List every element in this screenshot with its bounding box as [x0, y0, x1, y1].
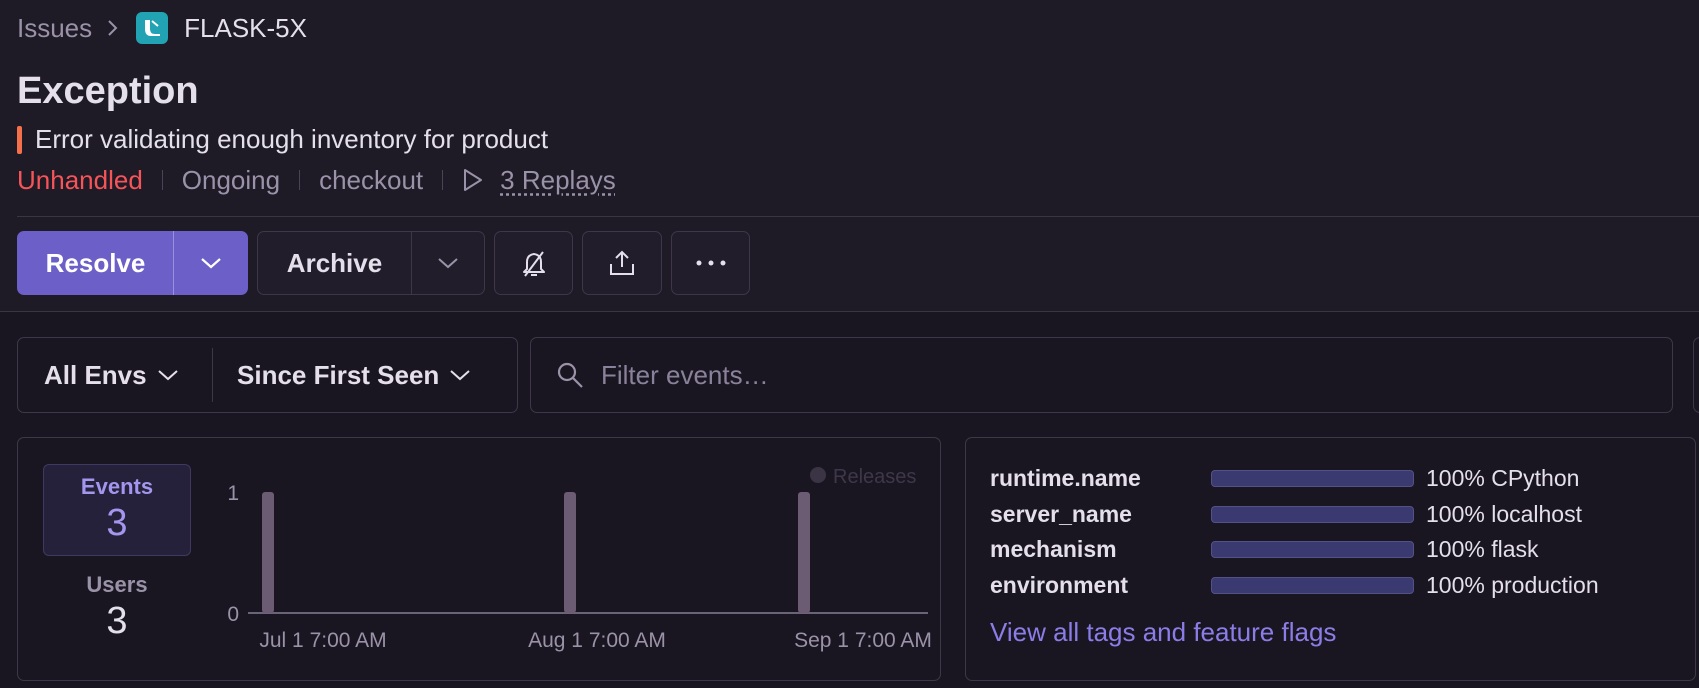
- event-search-box: [530, 337, 1673, 413]
- x-tick-label: Jul 1 7:00 AM: [259, 629, 386, 652]
- chart-bar: [262, 492, 274, 613]
- y-tick-label: 1: [227, 482, 239, 505]
- chevron-down-icon: [449, 368, 471, 382]
- archive-button-group: Archive: [257, 231, 485, 295]
- issue-message: Error validating enough inventory for pr…: [35, 124, 549, 154]
- unhandled-badge: Unhandled: [17, 164, 143, 195]
- tag-key: environment: [990, 571, 1129, 598]
- header-divider: [17, 216, 1699, 217]
- tag-row[interactable]: server_name 100% localhost: [990, 496, 1582, 532]
- events-chart: 1 0 Jul 1 7:00 AM Aug 1 7:00 AM Sep 1 7:00 A…: [227, 466, 932, 652]
- issue-title: Exception: [17, 70, 199, 112]
- issue-meta: Unhandled Ongoing checkout 3 Replays: [17, 162, 616, 198]
- tag-key: runtime.name: [990, 464, 1141, 491]
- issue-header: Issues FLASK-5X Exception Error validati…: [0, 0, 1699, 312]
- mute-button[interactable]: [494, 231, 573, 295]
- chevron-down-icon: [438, 258, 458, 269]
- chart-bar: [798, 492, 810, 613]
- bell-off-icon: [522, 251, 545, 277]
- share-button[interactable]: [582, 231, 662, 295]
- tag-key: server_name: [990, 500, 1132, 527]
- search-icon: [557, 362, 583, 388]
- level-indicator: [17, 125, 22, 154]
- more-actions-button[interactable]: [671, 231, 750, 295]
- meta-divider: [442, 170, 444, 190]
- archive-button[interactable]: Archive: [258, 248, 411, 279]
- tag-value: 100% production: [1426, 571, 1599, 598]
- section-divider: [0, 311, 1699, 312]
- transaction-label: checkout: [319, 164, 424, 195]
- releases-legend-marker: [810, 467, 826, 483]
- resolve-dropdown-button[interactable]: [174, 256, 247, 270]
- tag-value: 100% localhost: [1426, 500, 1582, 527]
- x-tick-label: Aug 1 7:00 AM: [528, 629, 666, 652]
- play-icon: [464, 169, 483, 191]
- meta-divider: [161, 170, 163, 190]
- archive-dropdown-button[interactable]: [412, 256, 484, 270]
- flask-project-icon: [136, 12, 169, 44]
- tag-row[interactable]: runtime.name 100% CPython: [990, 460, 1579, 496]
- event-stats-card: Events 3 Users 3 1 0 Jul 1 7:00 AM Aug 1 7:…: [17, 437, 941, 681]
- tag-row[interactable]: environment 100% production: [990, 567, 1599, 603]
- filter-group: All Envs Since First Seen: [17, 337, 518, 413]
- tag-distribution-bar: [1211, 540, 1414, 558]
- status-label: Ongoing: [181, 164, 281, 195]
- replays-label[interactable]: 3 Replays: [500, 165, 616, 196]
- meta-divider: [299, 170, 301, 190]
- chevron-down-icon: [157, 368, 179, 382]
- x-tick-label: Sep 1 7:00 AM: [794, 629, 932, 652]
- environment-filter[interactable]: All Envs: [18, 338, 212, 412]
- replays-link[interactable]: 3 Replays: [462, 165, 616, 196]
- tags-card: runtime.name 100% CPython server_name 100% …: [965, 437, 1696, 681]
- tag-value: 100% flask: [1426, 535, 1539, 562]
- tag-row[interactable]: mechanism 100% flask: [990, 531, 1539, 567]
- view-all-tags-link[interactable]: View all tags and feature flags: [990, 617, 1336, 648]
- tag-value: 100% CPython: [1426, 464, 1580, 491]
- chevron-right-icon: [106, 18, 120, 38]
- breadcrumb-project[interactable]: FLASK-5X: [184, 13, 307, 44]
- event-search-input[interactable]: [601, 359, 1501, 391]
- chevron-down-icon: [200, 258, 221, 269]
- breadcrumb-issues-link[interactable]: Issues: [17, 13, 92, 44]
- ellipsis-icon: [696, 260, 725, 266]
- releases-legend-label: Releases: [833, 466, 916, 488]
- issue-subtitle: Error validating enough inventory for pr…: [17, 124, 548, 155]
- tag-distribution-bar: [1211, 469, 1414, 487]
- resolve-button-group: Resolve: [17, 231, 248, 295]
- date-range-filter[interactable]: Since First Seen: [213, 338, 471, 412]
- chart-bar: [564, 492, 576, 613]
- environment-label: All Envs: [44, 359, 147, 390]
- offscreen-control[interactable]: [1693, 337, 1699, 413]
- y-tick-label: 0: [227, 603, 239, 626]
- resolve-button[interactable]: Resolve: [18, 248, 173, 279]
- upload-icon: [610, 250, 634, 275]
- breadcrumb: Issues FLASK-5X: [17, 10, 307, 46]
- date-range-label: Since First Seen: [237, 359, 440, 390]
- tag-distribution-bar: [1211, 576, 1414, 594]
- tag-distribution-bar: [1211, 505, 1414, 523]
- tag-key: mechanism: [990, 535, 1117, 562]
